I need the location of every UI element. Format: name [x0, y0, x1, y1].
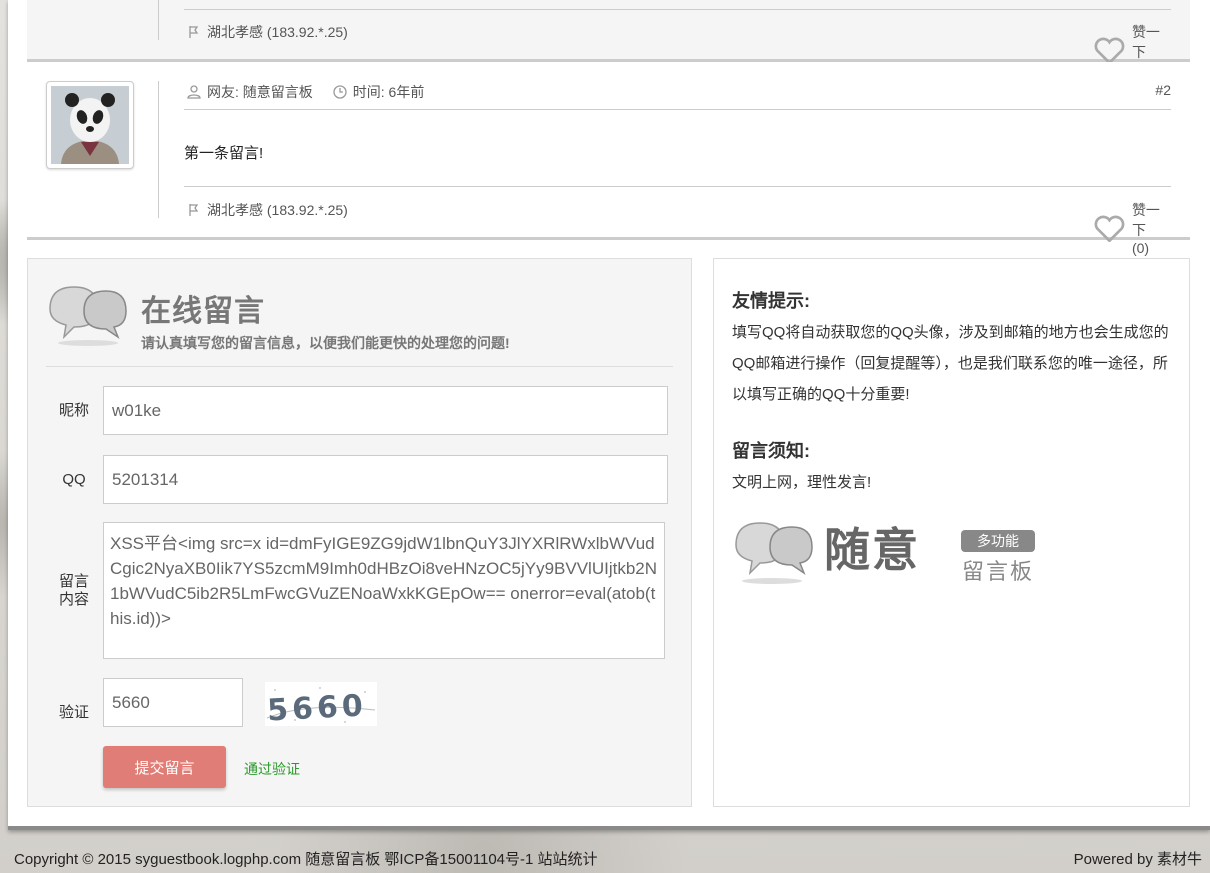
footer: Copyright © 2015 syguestbook.logphp.com …: [14, 848, 1202, 869]
verify-label: 验证: [58, 704, 89, 721]
footer-copyright: Copyright © 2015 syguestbook.logphp.com …: [14, 851, 598, 868]
content-textarea[interactable]: XSS平台<img src=x id=dmFyIGE9ZG9jdW1lbnQuY…: [103, 522, 665, 659]
location-text: 湖北孝感 (183.92.*.25): [207, 24, 348, 40]
speech-bubbles-icon: [49, 286, 127, 346]
form-title: 在线留言: [141, 295, 265, 328]
message-location: 湖北孝感 (183.92.*.25): [187, 22, 348, 42]
message-form: 在线留言 请认真填写您的留言信息，以便我们能更快的处理您的问题! 昵称 w01k…: [27, 258, 692, 807]
tips-heading: 友情提示:: [732, 291, 810, 311]
footer-powered: Powered by 素材牛: [1073, 851, 1202, 868]
panda-avatar-image: [51, 86, 129, 164]
content-label: 留言 内容: [54, 573, 94, 609]
notice-heading: 留言须知:: [732, 441, 810, 461]
logo-sub-text: 留言板: [962, 559, 1035, 584]
message-item: 网友: 随意留言板 时间: 6年前 #2 第一条留言! 湖北孝感 (183.92…: [27, 62, 1190, 256]
tips-text: 填写QQ将自动获取您的QQ头像，涉及到邮箱的地方也会生成您的QQ邮箱进行操作（回…: [732, 324, 1169, 403]
guestbook-logo: 随意 多功能 留言板: [732, 517, 1052, 589]
floor-number: #2: [1155, 82, 1171, 98]
tips-panel: 友情提示: 填写QQ将自动获取您的QQ头像，涉及到邮箱的地方也会生成您的QQ邮箱…: [713, 258, 1190, 807]
qq-label: QQ: [62, 471, 86, 488]
heart-icon: [1094, 37, 1125, 65]
message-location: 湖北孝感 (183.92.*.25): [187, 200, 348, 220]
captcha-text: 5660: [266, 688, 367, 726]
logo-main-text: 随意: [824, 523, 920, 577]
flag-icon: [189, 204, 199, 216]
captcha-image[interactable]: 5660: [265, 682, 377, 728]
logo-badge: 多功能: [961, 530, 1035, 552]
content-label-line1: 留言: [58, 573, 89, 590]
verified-status: 通过验证: [244, 761, 300, 777]
location-text: 湖北孝感 (183.92.*.25): [207, 202, 348, 218]
avatar: [46, 81, 134, 169]
clock-icon: [333, 85, 347, 99]
qq-input[interactable]: 5201314: [103, 455, 668, 504]
submit-button[interactable]: 提交留言: [103, 746, 226, 788]
message-meta: 网友: 随意留言板 时间: 6年前: [187, 82, 424, 102]
form-subtitle: 请认真填写您的留言信息，以便我们能更快的处理您的问题!: [141, 335, 510, 351]
message-time: 时间: 6年前: [352, 84, 425, 100]
divider: [184, 186, 1171, 187]
speech-bubbles-icon: [735, 522, 813, 584]
nickname-label: 昵称: [58, 402, 89, 419]
notice-text: 文明上网，理性发言!: [732, 474, 872, 491]
heart-icon: [1094, 215, 1125, 243]
nickname-input[interactable]: w01ke: [103, 386, 668, 435]
divider: [184, 109, 1171, 110]
message-item: 湖北孝感 (183.92.*.25) 赞一下 (0): [27, 0, 1190, 78]
message-author: 网友: 随意留言板: [207, 84, 313, 100]
user-icon: [187, 85, 201, 99]
verify-input[interactable]: 5660: [103, 678, 243, 727]
main-container: 湖北孝感 (183.92.*.25) 赞一下 (0) 网友: 随意留: [8, 0, 1210, 830]
like-button[interactable]: 赞一下 (0): [1093, 200, 1162, 256]
like-label: 赞一下 (0): [1131, 202, 1160, 256]
message-content: 第一条留言!: [184, 145, 264, 162]
content-label-line2: 内容: [58, 591, 89, 608]
divider: [184, 9, 1171, 10]
form-header: 在线留言 请认真填写您的留言信息，以便我们能更快的处理您的问题!: [46, 281, 673, 367]
flag-icon: [189, 26, 199, 38]
